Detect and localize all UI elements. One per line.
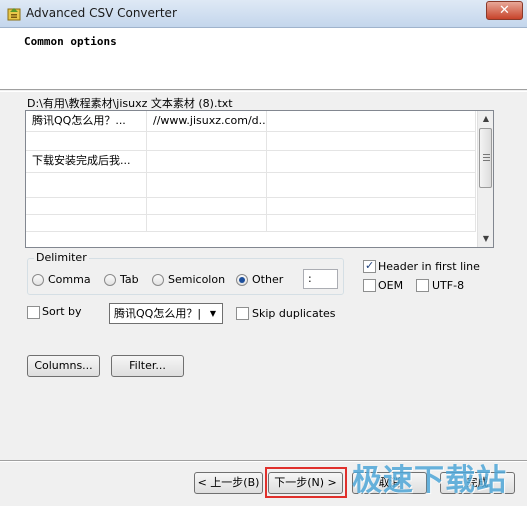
table-cell[interactable] [147,214,267,231]
table-cell[interactable] [147,197,267,214]
utf8-label[interactable]: UTF-8 [432,279,464,292]
back-button[interactable]: < 上一步(B) [194,472,263,494]
sort-by-select-value: 腾讯QQ怎么用？| [114,307,202,320]
table-cell[interactable] [267,197,476,214]
skip-duplicates-checkbox[interactable] [236,307,249,320]
table-cell[interactable] [267,131,476,151]
chevron-down-icon[interactable]: ▼ [205,304,221,323]
grip-line [483,157,490,158]
scrollbar-thumb[interactable] [479,128,492,188]
divider [0,91,527,92]
table-cell[interactable]: 下载安装完成后我... [26,150,147,172]
radio-other-label[interactable]: Other [252,273,283,286]
radio-semicolon-label[interactable]: Semicolon [168,273,225,286]
filter-button[interactable]: Filter... [111,355,184,377]
table-cell[interactable] [147,172,267,197]
table-row[interactable]: 腾讯QQ怎么用？... //www.jisuxz.com/d... [26,111,476,132]
table-row[interactable] [26,172,476,198]
skip-duplicates-label[interactable]: Skip duplicates [252,307,336,320]
other-delimiter-input[interactable]: : [303,269,338,289]
table-cell[interactable]: //www.jisuxz.com/d... [147,111,267,131]
next-button-highlight [265,467,347,498]
table-cell[interactable] [267,111,476,131]
header-first-line-label[interactable]: Header in first line [378,260,480,273]
table-cell[interactable] [147,150,267,172]
delimiter-group-label: Delimiter [34,251,89,264]
scroll-down-icon[interactable]: ▼ [478,231,494,247]
table-cell[interactable] [267,150,476,172]
table-cell[interactable] [147,131,267,151]
grip-line [483,154,490,155]
utf8-checkbox[interactable] [416,279,429,292]
grip-line [483,160,490,161]
table-cell[interactable] [267,214,476,231]
table-row[interactable] [26,131,476,151]
close-button[interactable]: ✕ [486,1,523,20]
table-cell[interactable] [26,172,147,197]
radio-other[interactable] [236,274,248,286]
page-title: Common options [24,35,117,48]
file-path-label: D:\有用\教程素材\jisuxz 文本素材 (8).txt [27,97,233,110]
scroll-up-icon[interactable]: ▲ [478,111,494,127]
columns-button[interactable]: Columns... [27,355,100,377]
table-cell[interactable] [26,197,147,214]
oem-label[interactable]: OEM [378,279,403,292]
sort-by-label[interactable]: Sort by [42,305,82,318]
window-title: Advanced CSV Converter [26,6,177,20]
table-row[interactable]: 下载安装完成后我... [26,150,476,173]
radio-semicolon[interactable] [152,274,164,286]
table-cell[interactable] [267,172,476,197]
radio-comma-label[interactable]: Comma [48,273,91,286]
app-icon [7,8,21,21]
table-row[interactable] [26,214,476,232]
header-first-line-checkbox[interactable] [363,259,376,273]
header-panel: Common options [0,28,527,90]
table-cell[interactable] [26,131,147,151]
vertical-scrollbar[interactable]: ▲ ▼ [477,111,493,247]
table-cell[interactable]: 腾讯QQ怎么用？... [26,111,147,131]
watermark-logo: 极速下载站 [352,463,507,498]
radio-tab-label[interactable]: Tab [120,273,139,286]
sort-by-checkbox[interactable] [27,306,40,319]
table-cell[interactable] [26,214,147,231]
table-row[interactable] [26,197,476,215]
oem-checkbox[interactable] [363,279,376,292]
radio-tab[interactable] [104,274,116,286]
sort-by-select[interactable]: 腾讯QQ怎么用？| ▼ [109,303,223,324]
preview-grid[interactable]: 腾讯QQ怎么用？... //www.jisuxz.com/d... 下载安装完成… [25,110,494,248]
radio-comma[interactable] [32,274,44,286]
